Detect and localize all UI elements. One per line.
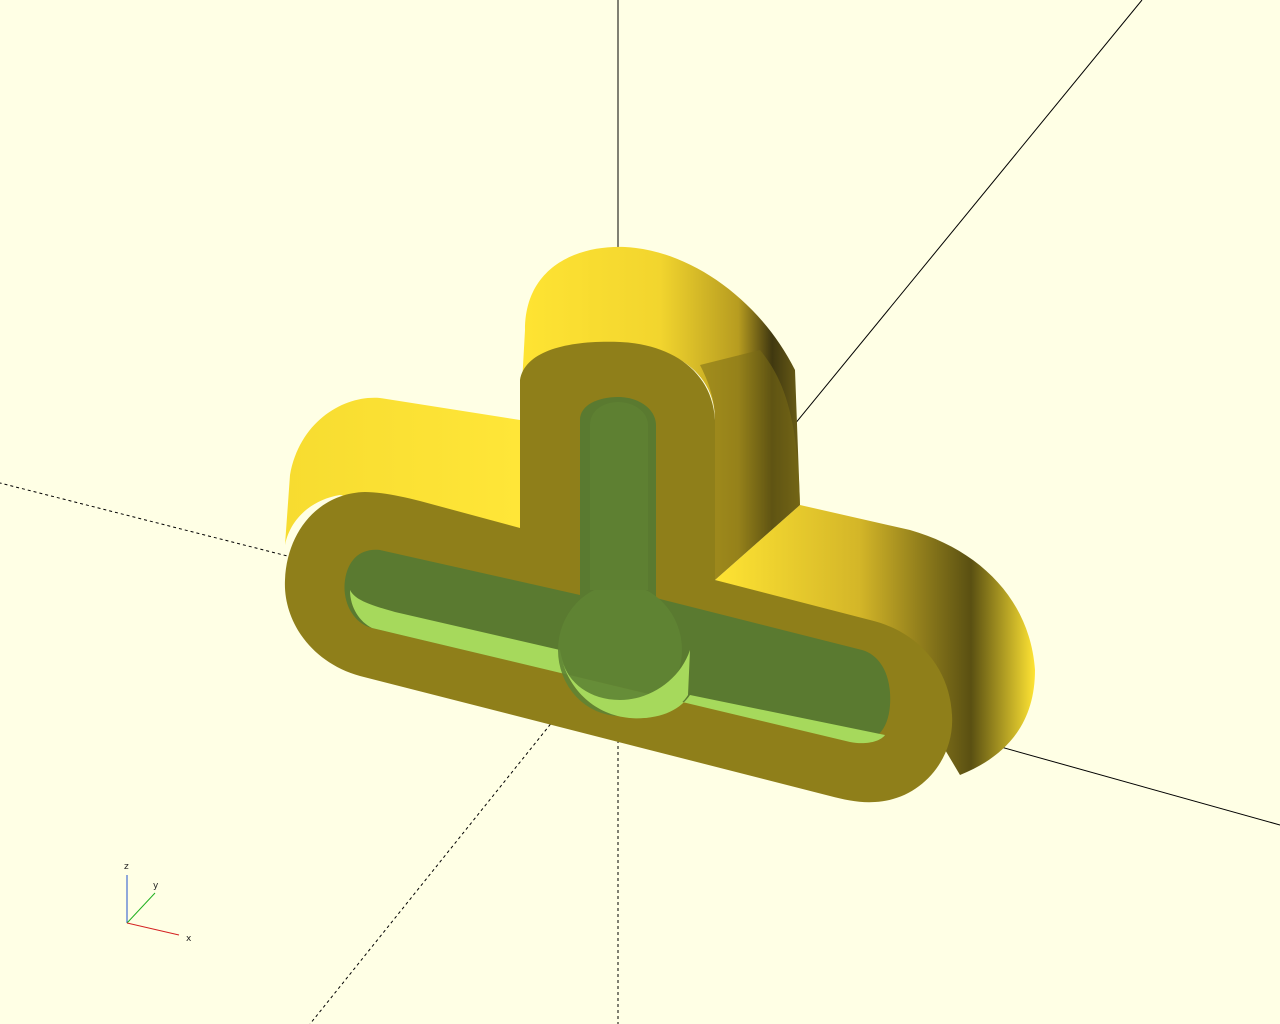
axis-gizmo: z y x: [124, 862, 192, 944]
3d-viewport[interactable]: z y x: [0, 0, 1280, 1024]
gizmo-x-axis: [126, 922, 180, 936]
gizmo-y-axis: [126, 892, 156, 924]
vertical-channel: [590, 402, 648, 590]
gizmo-y-label: y: [153, 881, 159, 891]
gizmo-x-label: x: [186, 934, 192, 944]
rendered-model[interactable]: [284, 246, 1035, 803]
gizmo-z-label: z: [124, 862, 129, 872]
